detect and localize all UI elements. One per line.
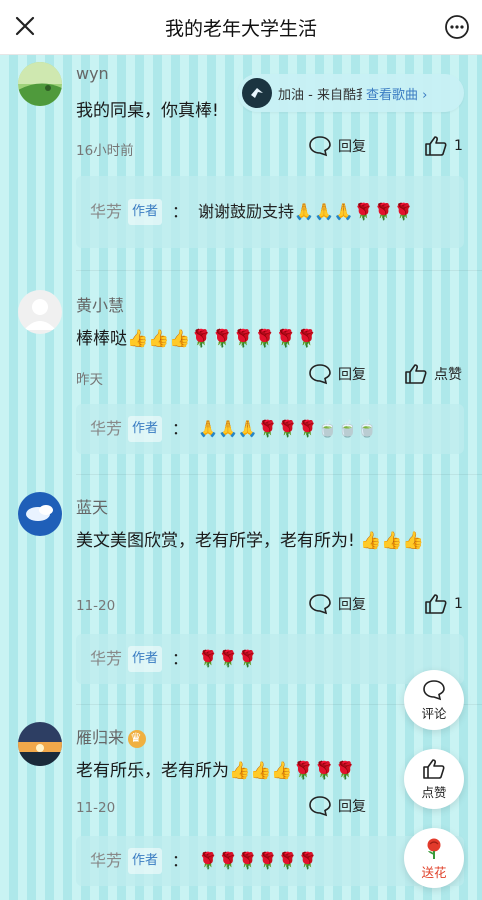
reply-text: 🌹🌹🌹 xyxy=(198,649,258,668)
avatar[interactable] xyxy=(18,722,62,766)
author-badge: 作者 xyxy=(128,199,163,225)
avatar[interactable] xyxy=(18,492,62,536)
comment-username[interactable]: 蓝天 xyxy=(76,494,108,518)
reply-colon: ： xyxy=(172,649,189,668)
reply-label: 回复 xyxy=(338,139,366,155)
reply-text: 🌹🌹🌹🌹🌹🌹 xyxy=(198,851,318,870)
reply-button[interactable]: 回复 xyxy=(308,135,366,157)
divider xyxy=(76,474,482,475)
reply-username: 华芳 xyxy=(90,851,123,870)
reply-label: 回复 xyxy=(338,367,366,383)
reply-colon: ： xyxy=(172,419,189,438)
reply-button[interactable]: 回复 xyxy=(308,363,366,385)
speech-bubble-icon xyxy=(309,136,331,157)
author-reply[interactable]: 华芳 作者 ： 🙏🙏🙏🌹🌹🌹🍵🍵🍵 xyxy=(76,404,464,454)
avatar[interactable] xyxy=(18,290,62,334)
reply-username: 华芳 xyxy=(90,649,123,668)
like-fab-label: 点赞 xyxy=(421,784,447,800)
author-badge: 作者 xyxy=(128,646,163,672)
thumbs-up-icon xyxy=(405,364,427,384)
send-flower-fab[interactable]: 送花 xyxy=(404,828,464,888)
reply-button[interactable]: 回复 xyxy=(308,593,366,615)
divider xyxy=(76,270,482,271)
music-disc-icon xyxy=(242,78,272,108)
reply-colon: ： xyxy=(172,851,189,870)
view-song-link[interactable]: 查看歌曲 › xyxy=(366,84,427,103)
reply-label: 回复 xyxy=(338,597,366,613)
reply-label: 回复 xyxy=(338,799,366,815)
avatar[interactable] xyxy=(18,62,62,106)
reply-username: 华芳 xyxy=(90,419,123,438)
comment-username[interactable]: 黄小慧 xyxy=(76,292,124,316)
top-bar: 我的老年大学生活 xyxy=(0,0,482,55)
like-count: 1 xyxy=(454,138,463,154)
send-flower-label: 送花 xyxy=(421,864,447,880)
comment-time: 16小时前 xyxy=(76,143,134,159)
more-icon[interactable] xyxy=(444,14,470,40)
author-reply[interactable]: 华芳 作者 ： 🌹🌹🌹 xyxy=(76,634,464,684)
page-title: 我的老年大学生活 xyxy=(164,17,317,40)
comment-text: 棒棒哒👍👍👍🌹🌹🌹🌹🌹🌹 xyxy=(76,329,318,349)
comment-fab-label: 评论 xyxy=(421,705,447,721)
comment-fab[interactable]: 评论 xyxy=(404,670,464,730)
speech-bubble-icon xyxy=(309,364,331,385)
like-count: 1 xyxy=(454,596,463,612)
rose-icon xyxy=(427,838,441,859)
reply-colon: ： xyxy=(172,202,189,221)
reply-text: 🙏🙏🙏🌹🌹🌹🍵🍵🍵 xyxy=(198,419,378,438)
comment-time: 11-20 xyxy=(76,598,116,614)
reply-text: 谢谢鼓励支持🙏🙏🙏🌹🌹🌹 xyxy=(198,202,414,221)
speech-bubble-icon xyxy=(309,594,331,615)
author-reply[interactable]: 华芳 作者 ： 谢谢鼓励支持🙏🙏🙏🌹🌹🌹 xyxy=(76,176,464,248)
close-icon[interactable] xyxy=(12,13,38,39)
speech-bubble-icon xyxy=(423,679,445,700)
thumbs-up-icon xyxy=(425,136,447,156)
thumbs-up-icon xyxy=(425,594,447,614)
like-button[interactable]: 1 xyxy=(424,593,463,615)
comment-text: 美文美图欣赏，老有所学，老有所为! 👍👍👍 xyxy=(76,531,424,551)
comment-time: 昨天 xyxy=(76,372,103,388)
comment-username[interactable]: 雁归来 xyxy=(76,724,147,748)
thumbs-up-icon xyxy=(423,758,445,779)
music-pill[interactable]: 加油 - 来自酷我 查看歌曲 › xyxy=(238,74,464,112)
speech-bubble-icon xyxy=(309,796,331,817)
author-badge: 作者 xyxy=(128,416,163,442)
like-button[interactable]: 点赞 xyxy=(404,363,462,385)
music-song-title: 加油 - 来自酷我 xyxy=(278,87,362,103)
author-badge: 作者 xyxy=(128,848,163,874)
like-button[interactable]: 1 xyxy=(424,135,463,157)
crown-icon xyxy=(128,729,147,748)
comment-time: 11-20 xyxy=(76,800,116,816)
comment-username[interactable]: wyn xyxy=(76,64,109,83)
reply-username: 华芳 xyxy=(90,202,123,221)
like-fab[interactable]: 点赞 xyxy=(404,749,464,809)
like-label: 点赞 xyxy=(434,367,462,383)
reply-button[interactable]: 回复 xyxy=(308,795,366,817)
